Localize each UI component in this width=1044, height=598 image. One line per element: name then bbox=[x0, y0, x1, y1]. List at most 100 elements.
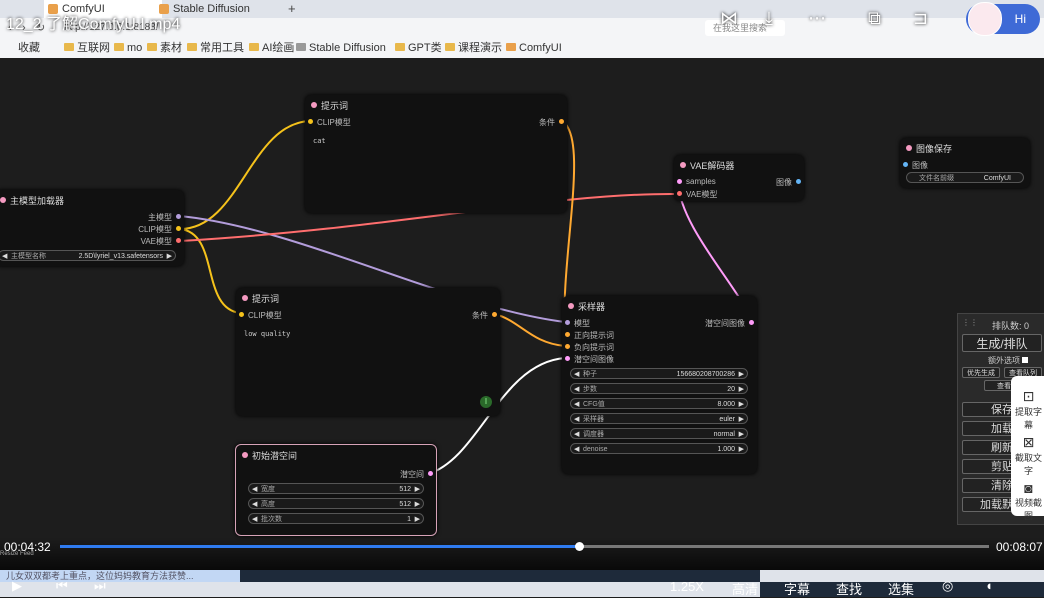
input-samples[interactable]: samples bbox=[686, 177, 716, 186]
queue-size-label: 排队数: 0 bbox=[992, 321, 1030, 331]
extra-options-label[interactable]: 额外选项 bbox=[988, 355, 1029, 366]
episodes-button[interactable]: 选集 bbox=[888, 579, 914, 598]
output-clip-dot[interactable] bbox=[176, 226, 181, 231]
bookmark-folder[interactable]: AI绘画 bbox=[249, 40, 294, 56]
previous-icon[interactable]: ⏮ bbox=[56, 578, 68, 594]
progress-knob[interactable] bbox=[575, 542, 585, 551]
output-latent[interactable]: 潜空间 bbox=[400, 469, 424, 480]
input-clip[interactable]: CLIP模型 bbox=[248, 310, 282, 321]
picture-in-picture-icon[interactable]: ⧉ bbox=[868, 8, 881, 29]
output-conditioning[interactable]: 条件 bbox=[539, 117, 555, 128]
bookmark-folder[interactable]: mo bbox=[114, 40, 142, 56]
queue-front-button[interactable]: 优先生成 bbox=[962, 367, 1000, 378]
output-image-dot[interactable] bbox=[796, 179, 801, 184]
node-prompt-positive[interactable]: 提示词 CLIP模型 条件 cat bbox=[305, 95, 567, 213]
input-vae[interactable]: VAE模型 bbox=[686, 189, 717, 200]
output-latent[interactable]: 潜空间图像 bbox=[705, 318, 745, 329]
node-prompt-negative[interactable]: 提示词 CLIP模型 条件 low quality I bbox=[236, 288, 500, 416]
node-ksampler[interactable]: 采样器 模型 正向提示词 负向提示词 潜空间图像 潜空间图像 ◀ 种子 156680… bbox=[562, 296, 757, 474]
comfyui-canvas[interactable]: 主模型加载器 主模型 CLIP模型 VAE模型 ◀ 主模型名称 2.5D\lyr… bbox=[0, 58, 1044, 570]
steps-widget[interactable]: ◀ 步数 20 ▶ bbox=[570, 383, 748, 394]
height-widget[interactable]: ◀ 高度 512 ▶ bbox=[248, 498, 424, 509]
input-clip[interactable]: CLIP模型 bbox=[317, 117, 351, 128]
news-ticker[interactable]: 儿女双双都考上重点，这位妈妈教育方法获赞... bbox=[0, 570, 240, 582]
input-clip-dot[interactable] bbox=[239, 312, 244, 317]
prompt-textarea[interactable]: cat bbox=[313, 137, 326, 145]
subtitle-button[interactable]: 字幕 bbox=[784, 579, 810, 598]
volume-icon[interactable]: ◖ bbox=[985, 578, 993, 593]
browser-search-input[interactable]: 在我这里搜索 bbox=[705, 20, 785, 36]
bookmark-folder[interactable]: 课程演示 bbox=[445, 40, 502, 56]
output-model-dot[interactable] bbox=[176, 214, 181, 219]
output-conditioning-dot[interactable] bbox=[492, 312, 497, 317]
wire-clip-pos bbox=[179, 120, 311, 230]
new-tab-button[interactable]: + bbox=[288, 0, 296, 18]
play-icon[interactable]: ▶ bbox=[12, 578, 22, 594]
output-vae[interactable]: VAE模型 bbox=[141, 236, 172, 247]
output-clip[interactable]: CLIP模型 bbox=[138, 224, 172, 235]
input-latent-dot[interactable] bbox=[565, 356, 570, 361]
pin-window-icon[interactable]: ⊐ bbox=[913, 8, 928, 29]
output-latent-dot[interactable] bbox=[749, 320, 754, 325]
output-conditioning[interactable]: 条件 bbox=[472, 310, 488, 321]
width-widget[interactable]: ◀ 宽度 512 ▶ bbox=[248, 483, 424, 494]
bookmark-folder[interactable]: GPT类 bbox=[395, 40, 442, 56]
node-save-image[interactable]: 图像保存 图像 文件名前缀 ComfyUI bbox=[900, 138, 1030, 188]
share-icon[interactable]: ⋈ bbox=[720, 8, 738, 29]
output-image[interactable]: 图像 bbox=[776, 177, 792, 188]
decrement-arrow-icon: ◀ bbox=[2, 253, 8, 260]
input-vae-dot[interactable] bbox=[677, 191, 682, 196]
input-clip-dot[interactable] bbox=[308, 119, 313, 124]
batch-size-widget[interactable]: ◀ 批次数 1 ▶ bbox=[248, 513, 424, 524]
bookmark-folder[interactable]: 常用工具 bbox=[187, 40, 244, 56]
capture-text-tool[interactable]: ⊠ 截取文字 bbox=[1013, 434, 1044, 477]
increment-arrow-icon: ▶ bbox=[414, 516, 420, 523]
node-empty-latent[interactable]: 初始潜空间 潜空间 ◀ 宽度 512 ▶ ◀ 高度 512 ▶ ◀ 批次数 1 ▶ bbox=[235, 444, 437, 536]
output-vae-dot[interactable] bbox=[176, 238, 181, 243]
drag-handle-icon[interactable]: ⋮⋮ bbox=[962, 318, 978, 327]
folder-icon bbox=[64, 43, 74, 51]
cfg-widget[interactable]: ◀ CFG值 8.000 ▶ bbox=[570, 398, 748, 409]
denoise-widget[interactable]: ◀ denoise 1.000 ▶ bbox=[570, 443, 748, 454]
output-latent-dot[interactable] bbox=[428, 471, 433, 476]
ckpt-name-widget[interactable]: ◀ 主模型名称 2.5D\lyriel_v13.safetensors ▶ bbox=[0, 250, 176, 261]
seed-widget[interactable]: ◀ 种子 156680208700286 ▶ bbox=[570, 368, 748, 379]
prompt-textarea[interactable]: low quality bbox=[244, 330, 290, 338]
input-image[interactable]: 图像 bbox=[912, 160, 928, 171]
node-vae-decode[interactable]: VAE解码器 samples VAE模型 图像 bbox=[674, 155, 804, 201]
input-positive-dot[interactable] bbox=[565, 332, 570, 337]
bookmark-item[interactable]: ComfyUI bbox=[506, 40, 562, 56]
node-checkpoint-loader[interactable]: 主模型加载器 主模型 CLIP模型 VAE模型 ◀ 主模型名称 2.5D\lyr… bbox=[0, 190, 184, 266]
avatar[interactable] bbox=[968, 2, 1002, 36]
input-negative-dot[interactable] bbox=[565, 344, 570, 349]
next-icon[interactable]: ⏭ bbox=[94, 578, 106, 594]
download-icon[interactable]: ⤓ bbox=[765, 8, 773, 29]
scheduler-widget[interactable]: ◀ 调度器 normal ▶ bbox=[570, 428, 748, 439]
filename-prefix-widget[interactable]: 文件名前缀 ComfyUI bbox=[906, 172, 1024, 183]
queue-prompt-button[interactable]: 生成/排队 bbox=[962, 334, 1042, 352]
settings-icon[interactable]: ◎ bbox=[942, 578, 953, 594]
input-negative[interactable]: 负向提示词 bbox=[574, 342, 614, 353]
bookmark-folder[interactable]: 素材 bbox=[147, 40, 182, 56]
input-image-dot[interactable] bbox=[903, 162, 908, 167]
bookmark-favorites[interactable]: 收藏 bbox=[18, 40, 40, 56]
input-model-dot[interactable] bbox=[565, 320, 570, 325]
screenshot-tool[interactable]: ◙ 视频截图 bbox=[1013, 480, 1044, 522]
bookmark-item[interactable]: Stable Diffusion bbox=[296, 40, 386, 56]
extract-subtitle-tool[interactable]: ⊡ 提取字幕 bbox=[1013, 388, 1044, 431]
input-positive[interactable]: 正向提示词 bbox=[574, 330, 614, 341]
input-model[interactable]: 模型 bbox=[574, 318, 590, 329]
search-button[interactable]: 查找 bbox=[836, 579, 862, 598]
video-title: 12_2 了解ComfyU.I.mp4 bbox=[6, 16, 181, 33]
sampler-name-widget[interactable]: ◀ 采样器 euler ▶ bbox=[570, 413, 748, 424]
output-model[interactable]: 主模型 bbox=[148, 212, 172, 223]
input-samples-dot[interactable] bbox=[677, 179, 682, 184]
video-player-controls: 00:04:32 00:08:07 Resize Feed bbox=[0, 537, 1044, 570]
input-latent[interactable]: 潜空间图像 bbox=[574, 354, 614, 365]
speed-button[interactable]: 1.25X bbox=[670, 579, 704, 594]
progress-bar[interactable] bbox=[60, 542, 989, 551]
bookmark-folder[interactable]: 互联网 bbox=[64, 40, 110, 56]
quality-button[interactable]: 高清 bbox=[732, 579, 758, 598]
more-icon[interactable]: ⋯ bbox=[808, 8, 826, 29]
output-conditioning-dot[interactable] bbox=[559, 119, 564, 124]
